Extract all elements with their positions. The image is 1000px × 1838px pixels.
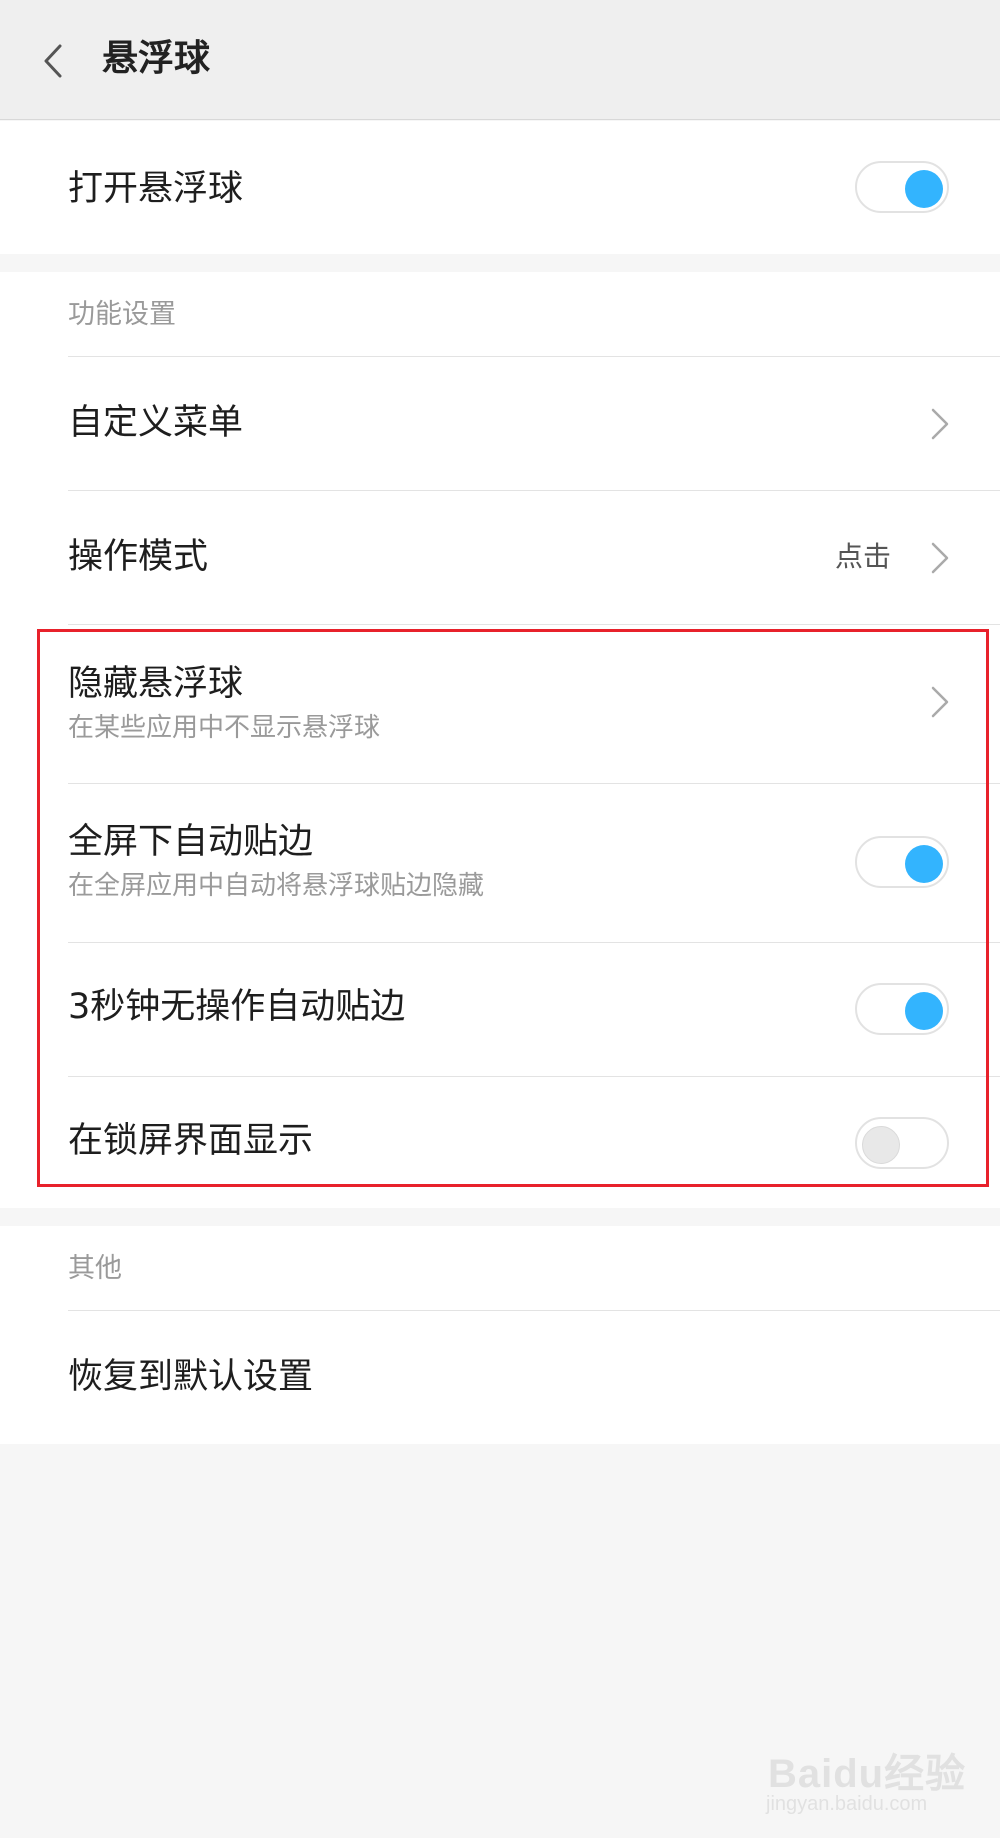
idle-auto-edge-switch[interactable] xyxy=(855,983,949,1035)
toggle-knob xyxy=(862,1126,900,1164)
custom-menu-label: 自定义菜单 xyxy=(68,403,244,443)
watermark-logo: Baidu经验 xyxy=(768,1752,967,1796)
main-toggle-label: 打开悬浮球 xyxy=(68,169,244,209)
reset-defaults-label: 恢复到默认设置 xyxy=(68,1357,314,1397)
chevron-right-icon xyxy=(928,538,952,578)
other-section: 其他 恢复到默认设置 xyxy=(0,1226,1000,1444)
lockscreen-display-row[interactable]: 在锁屏界面显示 xyxy=(0,1077,1000,1208)
operation-mode-label: 操作模式 xyxy=(68,537,209,577)
function-settings-section: 功能设置 自定义菜单 操作模式 点击 隐藏悬浮球 在某些应用中不显示悬浮球 全屏… xyxy=(0,272,1000,1208)
toggle-knob xyxy=(905,992,943,1030)
lockscreen-display-switch[interactable] xyxy=(855,1117,949,1169)
baidu-jingyan-watermark: Baidu经验 jingyan.baidu.com xyxy=(760,1735,965,1825)
idle-auto-edge-label: 3秒钟无操作自动贴边 xyxy=(68,987,406,1027)
section-header-other: 其他 xyxy=(68,1253,122,1284)
toggle-knob xyxy=(905,845,943,883)
chevron-left-icon xyxy=(44,44,62,78)
lockscreen-display-label: 在锁屏界面显示 xyxy=(68,1121,314,1161)
main-toggle-section: 打开悬浮球 xyxy=(0,121,1000,254)
operation-mode-value: 点击 xyxy=(835,540,892,573)
hide-ball-row[interactable]: 隐藏悬浮球 在某些应用中不显示悬浮球 xyxy=(0,625,1000,783)
fullscreen-auto-edge-label: 全屏下自动贴边 xyxy=(68,822,314,862)
page-title: 悬浮球 xyxy=(102,38,211,79)
hide-ball-label: 隐藏悬浮球 xyxy=(68,664,244,704)
section-header-function: 功能设置 xyxy=(68,299,176,330)
chevron-right-icon xyxy=(928,682,952,722)
hide-ball-subtitle: 在某些应用中不显示悬浮球 xyxy=(68,713,381,743)
idle-auto-edge-row[interactable]: 3秒钟无操作自动贴边 xyxy=(0,943,1000,1076)
fullscreen-auto-edge-subtitle: 在全屏应用中自动将悬浮球贴边隐藏 xyxy=(68,871,485,901)
watermark-url: jingyan.baidu.com xyxy=(766,1793,928,1815)
custom-menu-row[interactable]: 自定义菜单 xyxy=(0,357,1000,490)
toggle-knob xyxy=(905,170,943,208)
reset-defaults-row[interactable]: 恢复到默认设置 xyxy=(0,1311,1000,1444)
main-toggle-switch[interactable] xyxy=(855,161,949,213)
back-button[interactable] xyxy=(30,30,90,90)
operation-mode-row[interactable]: 操作模式 点击 xyxy=(0,491,1000,624)
fullscreen-auto-edge-switch[interactable] xyxy=(855,836,949,888)
chevron-right-icon xyxy=(928,404,952,444)
main-toggle-row[interactable]: 打开悬浮球 xyxy=(0,121,1000,254)
app-header: 悬浮球 xyxy=(0,0,1000,120)
fullscreen-auto-edge-row[interactable]: 全屏下自动贴边 在全屏应用中自动将悬浮球贴边隐藏 xyxy=(0,784,1000,942)
